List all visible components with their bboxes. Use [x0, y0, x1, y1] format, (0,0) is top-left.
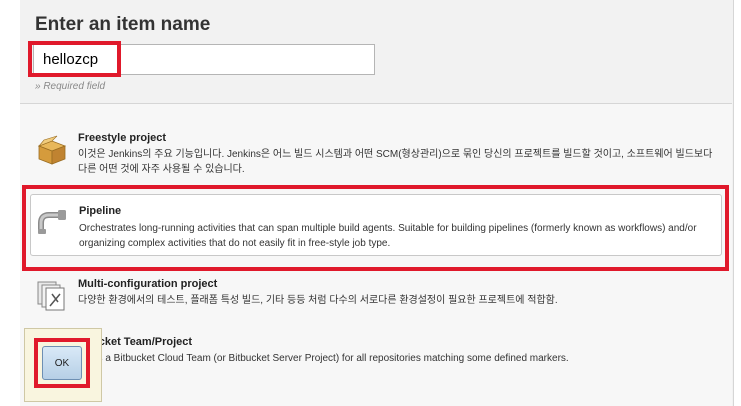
freestyle-box-icon: [37, 135, 67, 165]
pipeline-icon: [38, 210, 66, 234]
item-title: Multi-configuration project: [78, 278, 218, 290]
item-title: Freestyle project: [78, 132, 167, 144]
item-type-freestyle[interactable]: Freestyle project 이것은 Jenkins의 주요 기능입니다.…: [30, 132, 722, 187]
item-description: ns a Bitbucket Cloud Team (or Bitbucket …: [92, 353, 569, 364]
item-title: Pipeline: [79, 205, 122, 217]
item-type-pipeline[interactable]: Pipeline Orchestrates long-running activ…: [30, 194, 722, 256]
item-name-input[interactable]: [33, 44, 375, 75]
item-title: ucket Team/Project: [92, 336, 193, 348]
item-type-bitbucket-team[interactable]: ucket Team/Project ns a Bitbucket Cloud …: [30, 336, 722, 376]
page-title: Enter an item name: [35, 14, 211, 35]
item-description: 다양한 환경에서의 테스트, 플래폼 특성 빌드, 기타 등등 처럼 다수의 서…: [78, 295, 558, 306]
item-type-multi-configuration[interactable]: Multi-configuration project 다양한 환경에서의 테스…: [30, 278, 722, 318]
item-description: 이것은 Jenkins의 주요 기능입니다. Jenkins은 어느 빌드 시스…: [78, 149, 713, 175]
required-field-note: » Required field: [35, 81, 106, 92]
item-description: Orchestrates long-running activities tha…: [79, 223, 697, 249]
multi-config-icon: [37, 281, 65, 311]
ok-button[interactable]: OK: [42, 346, 82, 380]
